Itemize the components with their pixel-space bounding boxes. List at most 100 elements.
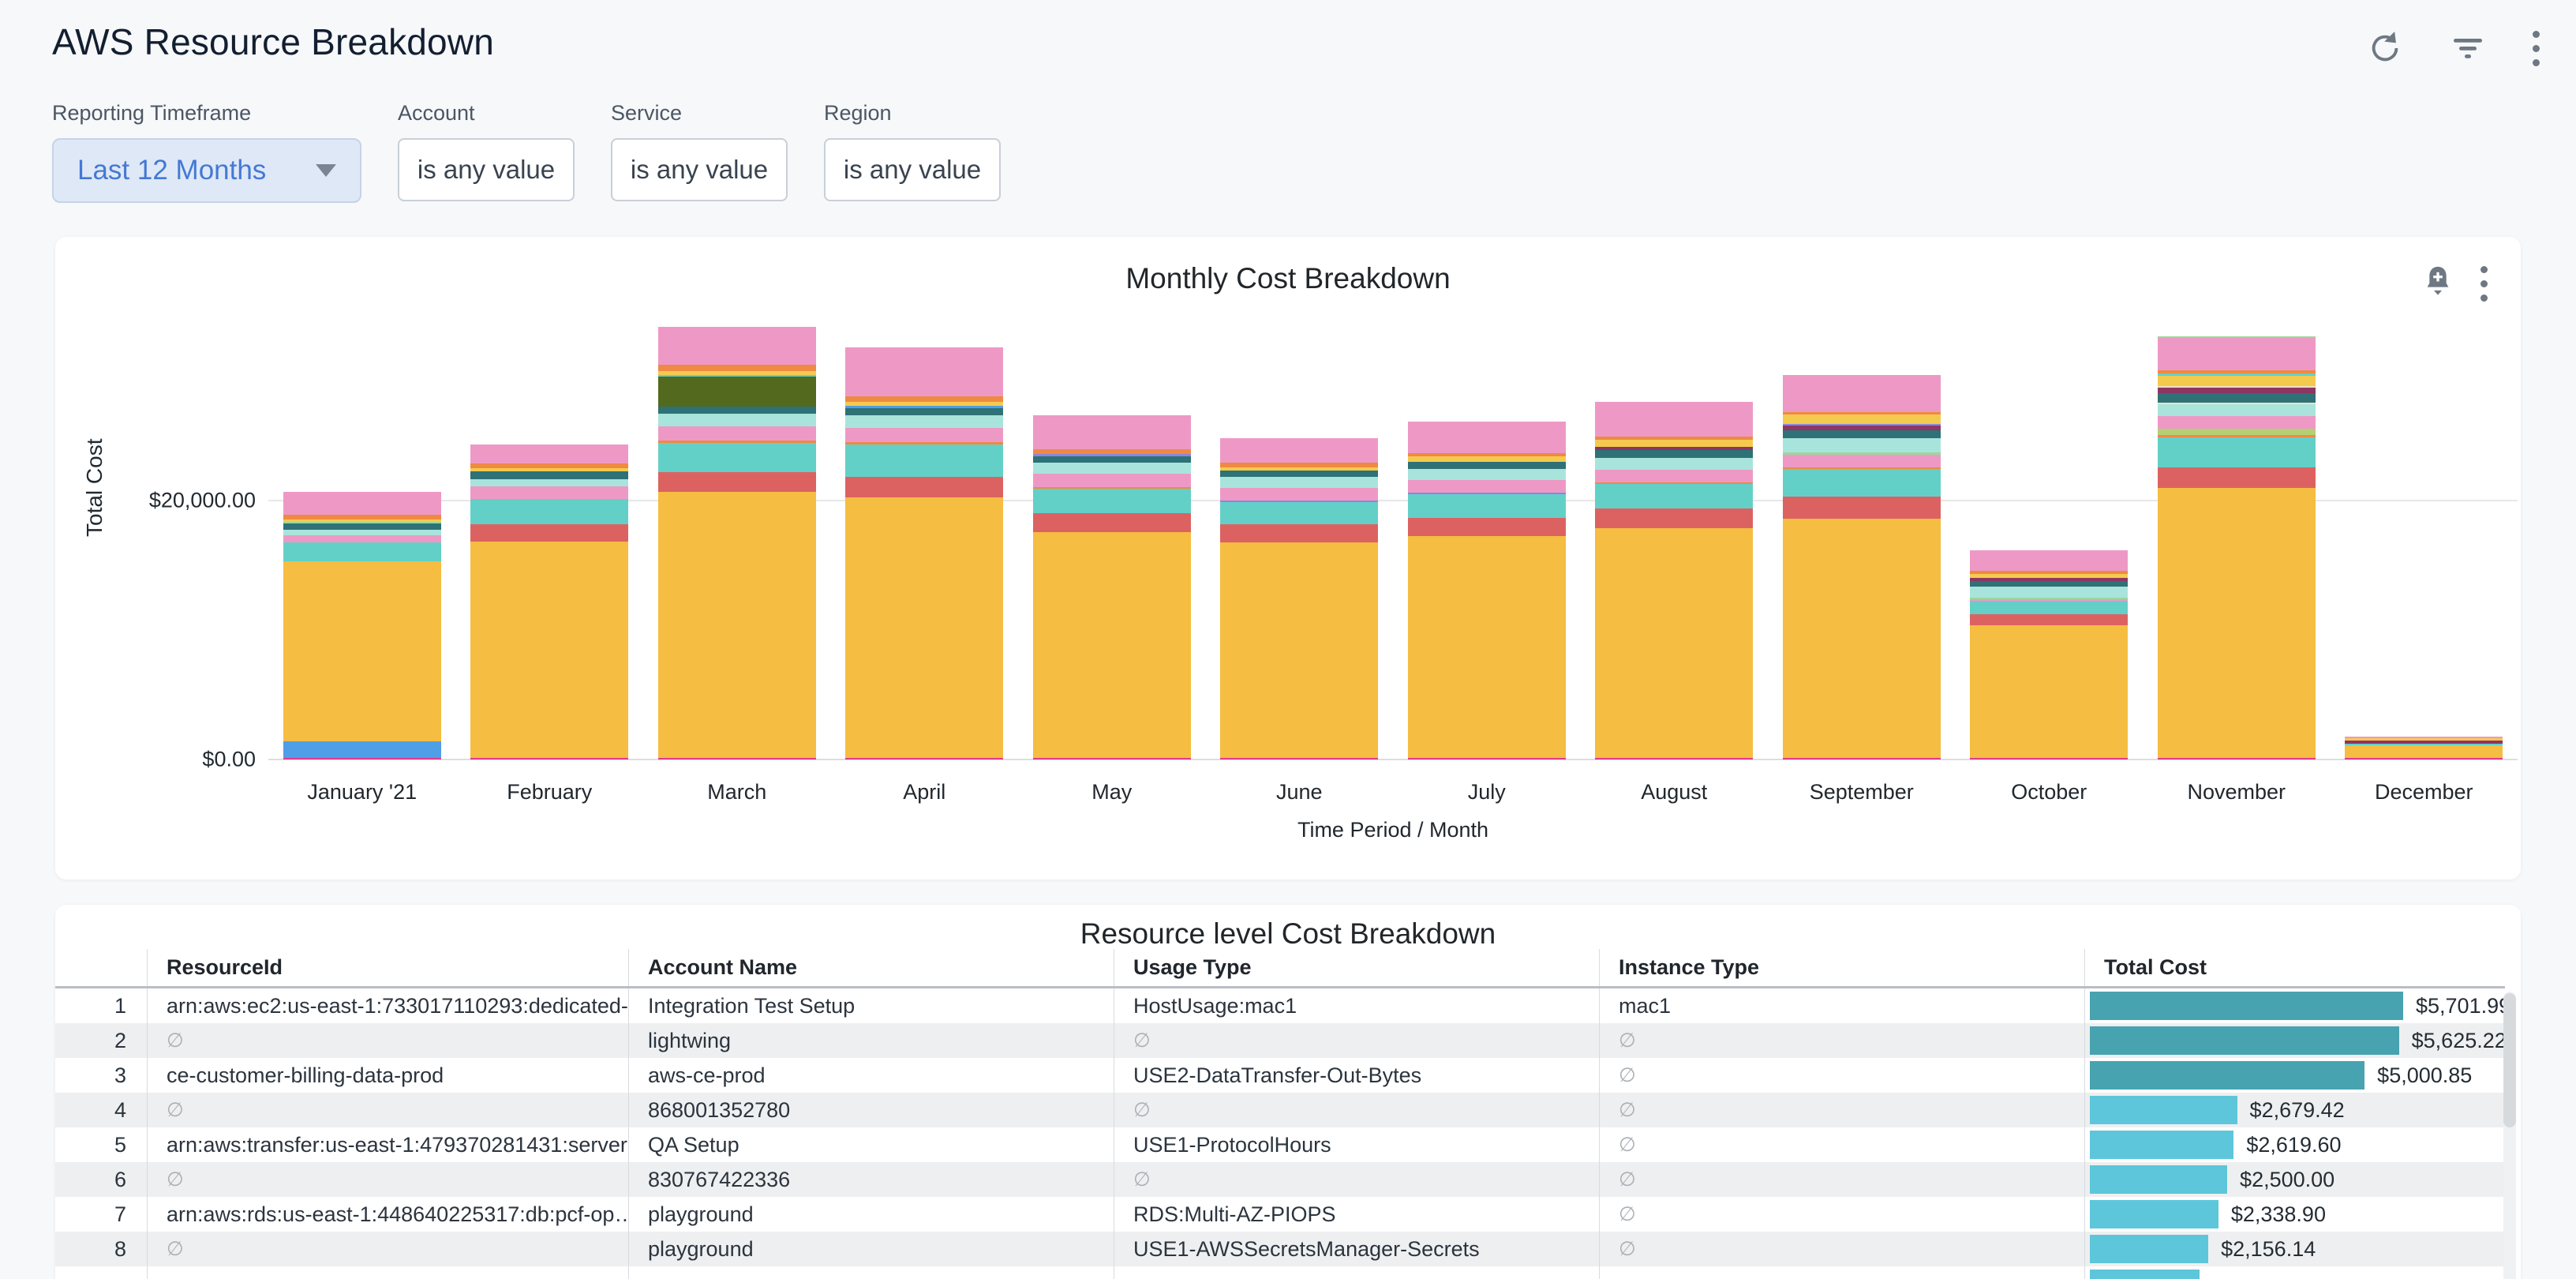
segment-magenta[interactable] [1783, 758, 1941, 760]
segment-gold[interactable] [2158, 376, 2316, 386]
segment-magenta[interactable] [470, 758, 628, 760]
column-header-Instance Type[interactable]: Instance Type [1599, 949, 2084, 986]
stacked-bar-April[interactable] [845, 347, 1003, 760]
segment-pink[interactable] [283, 492, 441, 515]
stacked-bar-June[interactable] [1220, 438, 1378, 760]
segment-teal[interactable] [1033, 489, 1191, 513]
segment-magenta[interactable] [283, 758, 441, 760]
segment-pink[interactable] [1970, 550, 2128, 571]
segment-darkteal[interactable] [1220, 471, 1378, 477]
segment-darkteal[interactable] [470, 471, 628, 478]
segment-mint[interactable] [1970, 587, 2128, 598]
segment-amber[interactable] [470, 542, 628, 758]
segment-mint[interactable] [470, 479, 628, 487]
segment-red[interactable] [1408, 518, 1566, 537]
stacked-bar-December[interactable] [2345, 737, 2503, 760]
segment-teal[interactable] [1970, 601, 2128, 613]
segment-amber[interactable] [1033, 532, 1191, 758]
segment-magenta[interactable] [2158, 758, 2316, 760]
segment-red[interactable] [845, 477, 1003, 497]
segment-darkteal[interactable] [658, 407, 816, 414]
segment-mint[interactable] [658, 414, 816, 426]
segment-pink[interactable] [1408, 480, 1566, 493]
segment-darkteal[interactable] [2158, 393, 2316, 403]
segment-mint[interactable] [2158, 404, 2316, 417]
segment-magenta[interactable] [845, 758, 1003, 760]
segment-lime[interactable] [2158, 429, 2316, 435]
segment-pink[interactable] [1783, 375, 1941, 412]
segment-magenta[interactable] [1970, 758, 2128, 760]
account-filter-button[interactable]: is any value [398, 138, 575, 201]
segment-pink[interactable] [845, 347, 1003, 396]
segment-magenta[interactable] [658, 758, 816, 760]
segment-amber[interactable] [1783, 519, 1941, 759]
segment-red[interactable] [1783, 497, 1941, 519]
segment-mint[interactable] [1220, 477, 1378, 488]
column-header-Usage Type[interactable]: Usage Type [1114, 949, 1599, 986]
timeframe-dropdown[interactable]: Last 12 Months [52, 138, 361, 203]
segment-pink[interactable] [1595, 402, 1753, 437]
refresh-icon[interactable] [2367, 30, 2403, 66]
alert-bell-icon[interactable] [2422, 264, 2454, 304]
segment-pink[interactable] [470, 486, 628, 499]
segment-gold[interactable] [1408, 456, 1566, 463]
segment-darkteal[interactable] [845, 408, 1003, 415]
segment-amber[interactable] [845, 497, 1003, 758]
segment-pink[interactable] [2158, 338, 2316, 370]
segment-pink[interactable] [1783, 455, 1941, 467]
filter-icon[interactable] [2449, 32, 2487, 64]
segment-red[interactable] [1220, 524, 1378, 542]
column-header-Account Name[interactable]: Account Name [628, 949, 1114, 986]
more-vert-icon[interactable] [2481, 266, 2488, 302]
table-scrollbar-thumb[interactable] [2503, 993, 2516, 1127]
column-header-Total Cost[interactable]: Total Cost [2084, 949, 2505, 986]
segment-pink[interactable] [283, 535, 441, 542]
segment-pink[interactable] [658, 426, 816, 441]
segment-teal[interactable] [658, 443, 816, 473]
segment-magenta[interactable] [1595, 758, 1753, 760]
segment-amber[interactable] [658, 492, 816, 758]
segment-mint[interactable] [1033, 463, 1191, 474]
segment-magenta[interactable] [2345, 758, 2503, 760]
more-vert-icon[interactable] [2533, 31, 2540, 66]
segment-mint[interactable] [1408, 469, 1566, 481]
segment-olive[interactable] [658, 377, 816, 407]
segment-red[interactable] [2158, 467, 2316, 488]
segment-amber[interactable] [1595, 528, 1753, 758]
stacked-bar-February[interactable] [470, 444, 628, 760]
segment-magenta[interactable] [1220, 758, 1378, 760]
service-filter-button[interactable]: is any value [611, 138, 788, 201]
segment-teal[interactable] [2158, 437, 2316, 467]
segment-red[interactable] [1595, 508, 1753, 528]
segment-pink[interactable] [1033, 474, 1191, 486]
segment-mint[interactable] [845, 415, 1003, 428]
segment-pink[interactable] [1595, 470, 1753, 482]
segment-darkteal[interactable] [1033, 456, 1191, 463]
stacked-bar-March[interactable] [658, 327, 816, 760]
segment-gold[interactable] [1783, 414, 1941, 424]
segment-blue[interactable] [283, 741, 441, 758]
segment-gold[interactable] [1595, 440, 1753, 447]
segment-teal[interactable] [1408, 494, 1566, 518]
segment-pink[interactable] [1408, 422, 1566, 453]
segment-pink[interactable] [845, 428, 1003, 442]
segment-pink[interactable] [1220, 438, 1378, 463]
segment-darkteal[interactable] [1408, 462, 1566, 468]
segment-teal[interactable] [1595, 484, 1753, 508]
segment-amber[interactable] [1220, 542, 1378, 758]
segment-magenta[interactable] [1033, 758, 1191, 760]
region-filter-button[interactable]: is any value [824, 138, 1001, 201]
segment-teal[interactable] [470, 499, 628, 524]
column-header-ResourceId[interactable]: ResourceId [147, 949, 628, 986]
stacked-bar-September[interactable] [1783, 375, 1941, 760]
segment-darkteal[interactable] [283, 523, 441, 530]
segment-mint[interactable] [283, 530, 441, 535]
segment-pink[interactable] [1220, 488, 1378, 501]
segment-orange[interactable] [845, 396, 1003, 402]
stacked-bar-July[interactable] [1408, 422, 1566, 760]
segment-teal[interactable] [283, 542, 441, 562]
segment-red[interactable] [1970, 614, 2128, 625]
segment-pink[interactable] [658, 327, 816, 365]
segment-red[interactable] [658, 472, 816, 492]
stacked-bar-October[interactable] [1970, 550, 2128, 760]
